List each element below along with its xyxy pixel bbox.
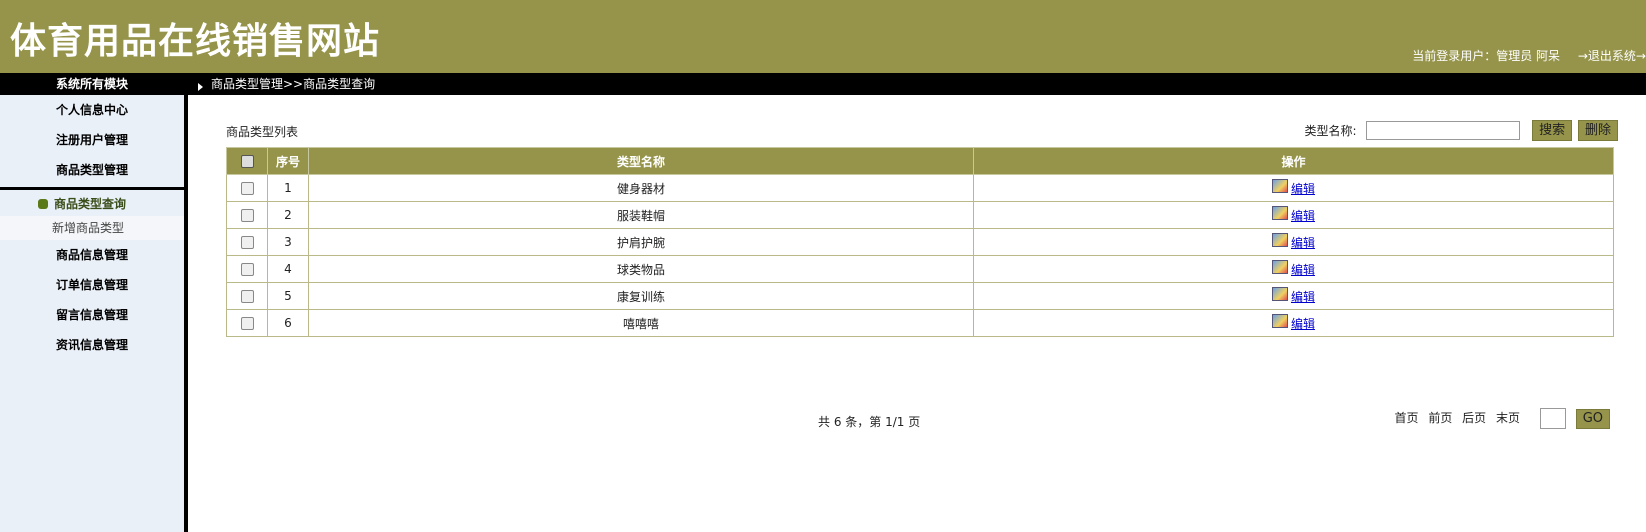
row-no: 4 [267,255,309,283]
last-page-link[interactable]: 末页 [1496,411,1520,425]
edit-icon [1271,233,1288,247]
row-type-name: 球类物品 [308,255,974,283]
main-content: 商品类型列表 类型名称: 搜索 删除 序号 类型名称 操作 1 健身器材 编辑 [188,95,1646,532]
row-checkbox[interactable] [240,263,254,276]
go-button[interactable]: GO [1575,408,1610,429]
logout-link[interactable]: →退出系统→ [1578,49,1646,63]
row-actions: 编辑 [973,309,1614,337]
bullet-icon [38,199,48,209]
row-checkbox[interactable] [240,236,254,249]
sidebar-submenu: 商品类型查询 新增商品类型 [0,192,184,240]
sidebar-subitem-type-query[interactable]: 商品类型查询 [0,192,184,216]
col-header-actions: 操作 [973,147,1614,175]
subitem-label: 商品类型查询 [54,197,127,211]
row-actions: 编辑 [973,228,1614,256]
row-checkbox[interactable] [240,209,254,222]
select-all-checkbox[interactable] [240,155,254,168]
row-no: 3 [267,228,309,256]
row-checkbox[interactable] [240,182,254,195]
user-bar: 当前登录用户：管理员 阿呆 →退出系统→ [1412,47,1646,64]
row-no: 5 [267,282,309,310]
row-select-cell [226,201,268,229]
sidebar-item-product-types[interactable]: 商品类型管理 [0,155,184,185]
row-select-cell [226,228,268,256]
sidebar-item-personal-info[interactable]: 个人信息中心 [0,95,184,125]
nav-strip: 系统所有模块 商品类型管理>>商品类型查询 [0,73,1646,95]
edit-link[interactable]: 编辑 [1291,236,1315,250]
search-button[interactable]: 搜索 [1532,120,1573,141]
row-no: 2 [267,201,309,229]
prev-page-link[interactable]: 前页 [1428,411,1452,425]
table-header-row: 序号 类型名称 操作 [226,147,1614,175]
table-row: 1 健身器材 编辑 [226,174,1614,202]
breadcrumb-text: 商品类型管理>>商品类型查询 [211,77,376,91]
sidebar-divider [0,187,184,190]
edit-icon [1271,287,1288,301]
row-select-cell [226,309,268,337]
edit-icon [1271,206,1288,220]
table-row: 6 嘻嘻嘻 编辑 [226,309,1614,337]
row-checkbox[interactable] [240,290,254,303]
top-header: 体育用品在线销售网站 当前登录用户：管理员 阿呆 →退出系统→ [0,0,1646,73]
modules-label: 系统所有模块 [55,77,128,91]
sidebar-item-product-info[interactable]: 商品信息管理 [0,240,184,270]
first-page-link[interactable]: 首页 [1394,411,1418,425]
edit-link[interactable]: 编辑 [1291,182,1315,196]
row-actions: 编辑 [973,255,1614,283]
edit-link[interactable]: 编辑 [1291,317,1315,331]
breadcrumb: 商品类型管理>>商品类型查询 [198,73,375,95]
delete-button[interactable]: 删除 [1577,120,1618,141]
row-checkbox[interactable] [240,317,254,330]
select-all-header[interactable] [226,147,268,175]
edit-link[interactable]: 编辑 [1291,263,1315,277]
row-no: 1 [267,174,309,202]
edit-link[interactable]: 编辑 [1291,290,1315,304]
pager: 首页 前页 后页 末页 GO [1388,408,1610,429]
table-row: 2 服装鞋帽 编辑 [226,201,1614,229]
row-select-cell [226,174,268,202]
search-label: 类型名称: [1304,124,1357,138]
table-row: 3 护肩护腕 编辑 [226,228,1614,256]
table-row: 5 康复训练 编辑 [226,282,1614,310]
row-type-name: 服装鞋帽 [308,201,974,229]
row-type-name: 护肩护腕 [308,228,974,256]
next-page-link[interactable]: 后页 [1462,411,1486,425]
edit-icon [1271,314,1288,328]
row-type-name: 健身器材 [308,174,974,202]
sidebar-item-orders[interactable]: 订单信息管理 [0,270,184,300]
row-type-name: 康复训练 [308,282,974,310]
current-user-label: 当前登录用户：管理员 阿呆 [1412,49,1561,63]
row-select-cell [226,255,268,283]
arrow-right-icon [198,82,203,91]
table-row: 4 球类物品 编辑 [226,255,1614,283]
sidebar-item-registered-users[interactable]: 注册用户管理 [0,125,184,155]
edit-link[interactable]: 编辑 [1291,209,1315,223]
product-type-table: 序号 类型名称 操作 1 健身器材 编辑 2 服装鞋帽 编辑 3 护肩护腕 编辑… [226,147,1614,337]
pager-info: 共 6 条，第 1/1 页 [818,415,921,429]
row-no: 6 [267,309,309,337]
col-header-type-name: 类型名称 [308,147,974,175]
edit-icon [1271,260,1288,274]
list-title: 商品类型列表 [226,125,299,139]
row-actions: 编辑 [973,282,1614,310]
row-actions: 编辑 [973,174,1614,202]
edit-icon [1271,179,1288,193]
col-header-no: 序号 [267,147,309,175]
sidebar-item-messages[interactable]: 留言信息管理 [0,300,184,330]
site-title: 体育用品在线销售网站 [10,21,381,62]
row-type-name: 嘻嘻嘻 [308,309,974,337]
row-select-cell [226,282,268,310]
sidebar-subitem-add-type[interactable]: 新增商品类型 [0,216,184,240]
sidebar-item-news[interactable]: 资讯信息管理 [0,330,184,360]
sidebar: 个人信息中心 注册用户管理 商品类型管理 商品类型查询 新增商品类型 商品信息管… [0,95,184,532]
page-number-input[interactable] [1539,408,1566,429]
search-bar: 类型名称: 搜索 删除 [1304,120,1618,141]
row-actions: 编辑 [973,201,1614,229]
type-name-search-input[interactable] [1366,121,1521,140]
